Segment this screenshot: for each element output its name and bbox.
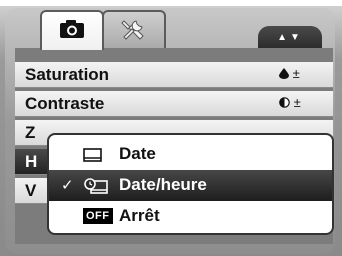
menu-item-contraste[interactable]: Contraste ± (15, 91, 333, 117)
off-icon: OFF (83, 208, 113, 224)
tab-camera[interactable] (40, 10, 104, 50)
contraste-value-text: ± (293, 95, 301, 110)
contrast-icon (279, 97, 290, 108)
saturation-value-text: ± (292, 66, 300, 81)
tab-setup[interactable] (102, 10, 166, 50)
date-time-icon (83, 178, 109, 194)
camera-screen: ▲▼ Saturation ± Contraste ± Z H V Date ✓… (0, 0, 342, 256)
saturation-value: ± (279, 66, 300, 81)
saturation-drop-icon (279, 68, 289, 79)
option-date-time[interactable]: ✓ Date/heure (49, 170, 332, 201)
option-label: Date/heure (119, 175, 207, 194)
camera-icon (59, 19, 85, 44)
date-icon (83, 147, 109, 163)
menu-item-label: Saturation (25, 65, 110, 84)
menu-item-label: Contraste (25, 94, 105, 113)
option-label: Date (119, 144, 156, 163)
option-date[interactable]: Date (49, 139, 332, 170)
menu-item-label: V (25, 181, 37, 200)
menu-item-label: H (25, 152, 38, 171)
menu-item-label: Z (25, 123, 36, 142)
setup-wrench-icon (120, 17, 148, 46)
menu-item-saturation[interactable]: Saturation ± (15, 62, 333, 88)
nav-arrows-label: ▲▼ (277, 31, 303, 43)
option-label: Arrêt (119, 206, 160, 225)
contraste-value: ± (279, 95, 301, 110)
scroll-arrows[interactable]: ▲▼ (258, 26, 322, 48)
check-mark: ✓ (61, 177, 74, 194)
date-stamp-popup: Date ✓ Date/heure OFF Arrêt (47, 133, 334, 235)
option-off[interactable]: OFF Arrêt (49, 201, 332, 232)
